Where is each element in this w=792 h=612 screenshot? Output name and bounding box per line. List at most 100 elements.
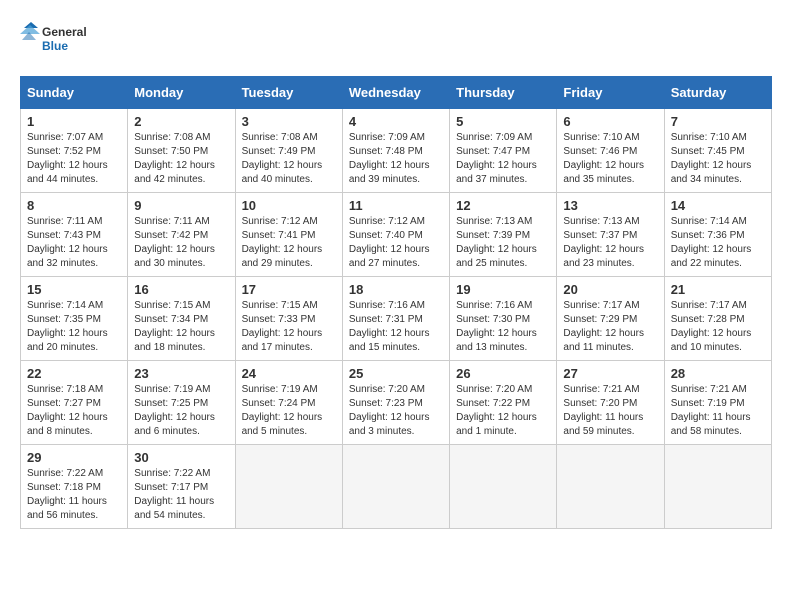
calendar-week-2: 8 Sunrise: 7:11 AMSunset: 7:43 PMDaylight… xyxy=(21,193,772,277)
day-info: Sunrise: 7:10 AMSunset: 7:45 PMDaylight:… xyxy=(671,131,765,187)
calendar-cell: 5 Sunrise: 7:09 AMSunset: 7:47 PMDaylight… xyxy=(450,109,557,193)
calendar-cell xyxy=(557,445,664,529)
header-friday: Friday xyxy=(557,77,664,109)
day-info: Sunrise: 7:14 AMSunset: 7:35 PMDaylight:… xyxy=(27,299,121,355)
day-number: 25 xyxy=(349,366,443,381)
day-info: Sunrise: 7:21 AMSunset: 7:19 PMDaylight:… xyxy=(671,383,765,439)
calendar-cell: 8 Sunrise: 7:11 AMSunset: 7:43 PMDaylight… xyxy=(21,193,128,277)
calendar-cell: 14 Sunrise: 7:14 AMSunset: 7:36 PMDayligh… xyxy=(664,193,771,277)
calendar-week-1: 1 Sunrise: 7:07 AMSunset: 7:52 PMDaylight… xyxy=(21,109,772,193)
calendar-cell: 2 Sunrise: 7:08 AMSunset: 7:50 PMDaylight… xyxy=(128,109,235,193)
day-number: 15 xyxy=(27,282,121,297)
calendar-cell: 7Sunrise: 7:10 AMSunset: 7:45 PMDaylight… xyxy=(664,109,771,193)
day-info: Sunrise: 7:16 AMSunset: 7:30 PMDaylight:… xyxy=(456,299,550,355)
calendar-cell: 12 Sunrise: 7:13 AMSunset: 7:39 PMDayligh… xyxy=(450,193,557,277)
calendar-cell: 4Sunrise: 7:09 AMSunset: 7:48 PMDaylight… xyxy=(342,109,449,193)
calendar-cell: 18 Sunrise: 7:16 AMSunset: 7:31 PMDayligh… xyxy=(342,277,449,361)
day-info: Sunrise: 7:18 AMSunset: 7:27 PMDaylight:… xyxy=(27,383,121,439)
calendar-cell: 6 Sunrise: 7:10 AMSunset: 7:46 PMDaylight… xyxy=(557,109,664,193)
day-number: 20 xyxy=(563,282,657,297)
day-number: 12 xyxy=(456,198,550,213)
calendar-cell: 17 Sunrise: 7:15 AMSunset: 7:33 PMDayligh… xyxy=(235,277,342,361)
page-header: General Blue xyxy=(20,20,772,60)
calendar-cell xyxy=(664,445,771,529)
day-number: 13 xyxy=(563,198,657,213)
calendar-cell: 3 Sunrise: 7:08 AMSunset: 7:49 PMDaylight… xyxy=(235,109,342,193)
day-number: 22 xyxy=(27,366,121,381)
header-sunday: Sunday xyxy=(21,77,128,109)
day-number: 11 xyxy=(349,198,443,213)
calendar-cell: 29 Sunrise: 7:22 AMSunset: 7:18 PMDayligh… xyxy=(21,445,128,529)
day-info: Sunrise: 7:13 AMSunset: 7:39 PMDaylight:… xyxy=(456,215,550,271)
day-number: 2 xyxy=(134,114,228,129)
day-info: Sunrise: 7:12 AMSunset: 7:40 PMDaylight:… xyxy=(349,215,443,271)
logo: General Blue xyxy=(20,20,90,60)
day-info: Sunrise: 7:15 AMSunset: 7:34 PMDaylight:… xyxy=(134,299,228,355)
calendar-cell: 13 Sunrise: 7:13 AMSunset: 7:37 PMDayligh… xyxy=(557,193,664,277)
day-number: 10 xyxy=(242,198,336,213)
day-info: Sunrise: 7:07 AMSunset: 7:52 PMDaylight:… xyxy=(27,131,121,187)
day-info: Sunrise: 7:17 AMSunset: 7:29 PMDaylight:… xyxy=(563,299,657,355)
day-number: 3 xyxy=(242,114,336,129)
day-info: Sunrise: 7:15 AMSunset: 7:33 PMDaylight:… xyxy=(242,299,336,355)
day-number: 6 xyxy=(563,114,657,129)
calendar-cell: 26 Sunrise: 7:20 AMSunset: 7:22 PMDayligh… xyxy=(450,361,557,445)
day-info: Sunrise: 7:19 AMSunset: 7:25 PMDaylight:… xyxy=(134,383,228,439)
calendar-cell: 20 Sunrise: 7:17 AMSunset: 7:29 PMDayligh… xyxy=(557,277,664,361)
calendar-week-4: 22 Sunrise: 7:18 AMSunset: 7:27 PMDayligh… xyxy=(21,361,772,445)
svg-text:Blue: Blue xyxy=(42,39,68,53)
calendar-cell: 11 Sunrise: 7:12 AMSunset: 7:40 PMDayligh… xyxy=(342,193,449,277)
day-number: 14 xyxy=(671,198,765,213)
day-number: 17 xyxy=(242,282,336,297)
calendar-cell: 15 Sunrise: 7:14 AMSunset: 7:35 PMDayligh… xyxy=(21,277,128,361)
calendar-cell: 27Sunrise: 7:21 AMSunset: 7:20 PMDayligh… xyxy=(557,361,664,445)
calendar-cell: 24Sunrise: 7:19 AMSunset: 7:24 PMDayligh… xyxy=(235,361,342,445)
day-info: Sunrise: 7:20 AMSunset: 7:22 PMDaylight:… xyxy=(456,383,550,439)
header-thursday: Thursday xyxy=(450,77,557,109)
day-number: 8 xyxy=(27,198,121,213)
day-info: Sunrise: 7:22 AMSunset: 7:17 PMDaylight:… xyxy=(134,467,228,523)
day-number: 28 xyxy=(671,366,765,381)
day-info: Sunrise: 7:12 AMSunset: 7:41 PMDaylight:… xyxy=(242,215,336,271)
day-info: Sunrise: 7:13 AMSunset: 7:37 PMDaylight:… xyxy=(563,215,657,271)
day-info: Sunrise: 7:11 AMSunset: 7:43 PMDaylight:… xyxy=(27,215,121,271)
day-info: Sunrise: 7:16 AMSunset: 7:31 PMDaylight:… xyxy=(349,299,443,355)
day-number: 9 xyxy=(134,198,228,213)
calendar-cell xyxy=(342,445,449,529)
calendar-cell: 23 Sunrise: 7:19 AMSunset: 7:25 PMDayligh… xyxy=(128,361,235,445)
day-info: Sunrise: 7:17 AMSunset: 7:28 PMDaylight:… xyxy=(671,299,765,355)
day-info: Sunrise: 7:19 AMSunset: 7:24 PMDaylight:… xyxy=(242,383,336,439)
calendar-cell: 21 Sunrise: 7:17 AMSunset: 7:28 PMDayligh… xyxy=(664,277,771,361)
day-info: Sunrise: 7:22 AMSunset: 7:18 PMDaylight:… xyxy=(27,467,121,523)
day-number: 5 xyxy=(456,114,550,129)
calendar-cell: 19 Sunrise: 7:16 AMSunset: 7:30 PMDayligh… xyxy=(450,277,557,361)
day-number: 18 xyxy=(349,282,443,297)
day-number: 19 xyxy=(456,282,550,297)
calendar-week-5: 29 Sunrise: 7:22 AMSunset: 7:18 PMDayligh… xyxy=(21,445,772,529)
calendar-table: SundayMondayTuesdayWednesdayThursdayFrid… xyxy=(20,76,772,529)
day-info: Sunrise: 7:14 AMSunset: 7:36 PMDaylight:… xyxy=(671,215,765,271)
calendar-cell: 25Sunrise: 7:20 AMSunset: 7:23 PMDayligh… xyxy=(342,361,449,445)
calendar-cell: 9Sunrise: 7:11 AMSunset: 7:42 PMDaylight… xyxy=(128,193,235,277)
day-number: 23 xyxy=(134,366,228,381)
calendar-cell: 30 Sunrise: 7:22 AMSunset: 7:17 PMDayligh… xyxy=(128,445,235,529)
day-number: 21 xyxy=(671,282,765,297)
day-number: 30 xyxy=(134,450,228,465)
day-number: 29 xyxy=(27,450,121,465)
day-info: Sunrise: 7:09 AMSunset: 7:47 PMDaylight:… xyxy=(456,131,550,187)
day-number: 1 xyxy=(27,114,121,129)
header-monday: Monday xyxy=(128,77,235,109)
calendar-cell: 1 Sunrise: 7:07 AMSunset: 7:52 PMDaylight… xyxy=(21,109,128,193)
calendar-cell: 10 Sunrise: 7:12 AMSunset: 7:41 PMDayligh… xyxy=(235,193,342,277)
day-number: 26 xyxy=(456,366,550,381)
day-number: 4 xyxy=(349,114,443,129)
day-info: Sunrise: 7:08 AMSunset: 7:50 PMDaylight:… xyxy=(134,131,228,187)
header-wednesday: Wednesday xyxy=(342,77,449,109)
svg-text:General: General xyxy=(42,25,87,39)
day-info: Sunrise: 7:08 AMSunset: 7:49 PMDaylight:… xyxy=(242,131,336,187)
day-info: Sunrise: 7:10 AMSunset: 7:46 PMDaylight:… xyxy=(563,131,657,187)
header-tuesday: Tuesday xyxy=(235,77,342,109)
calendar-cell xyxy=(450,445,557,529)
day-info: Sunrise: 7:21 AMSunset: 7:20 PMDaylight:… xyxy=(563,383,657,439)
calendar-cell: 22 Sunrise: 7:18 AMSunset: 7:27 PMDayligh… xyxy=(21,361,128,445)
